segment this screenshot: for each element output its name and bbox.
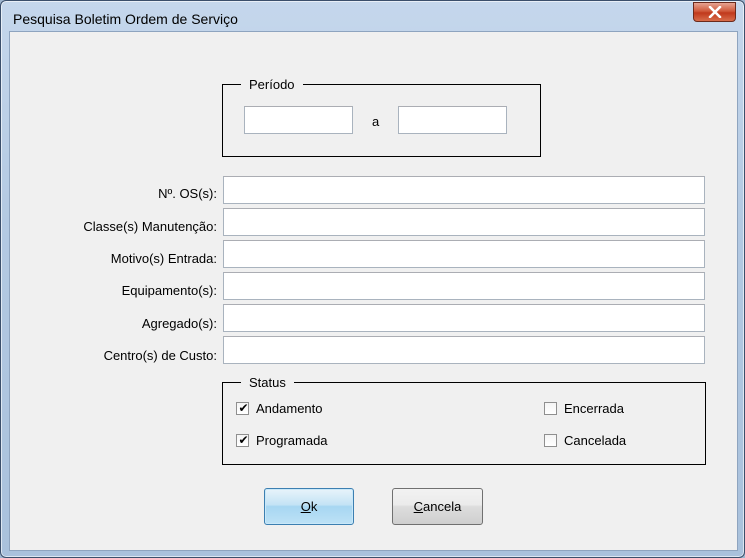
andamento-checkbox[interactable]: ✔ Andamento xyxy=(236,401,323,416)
encerrada-label: Encerrada xyxy=(564,401,624,416)
ok-button[interactable]: Ok xyxy=(264,488,354,525)
classe-manutencao-field[interactable] xyxy=(223,208,705,236)
os-field[interactable] xyxy=(223,176,705,204)
close-icon xyxy=(708,6,721,18)
window-title: Pesquisa Boletim Ordem de Serviço xyxy=(13,11,238,27)
centro-custo-field[interactable] xyxy=(223,336,705,364)
agregado-label: Agregado(s): xyxy=(141,316,217,331)
programada-label: Programada xyxy=(256,433,328,448)
periodo-start-field[interactable] xyxy=(244,106,353,134)
motivo-entrada-label: Motivo(s) Entrada: xyxy=(110,251,217,266)
close-button[interactable] xyxy=(693,2,736,22)
status-legend: Status xyxy=(249,375,286,390)
programada-checkbox[interactable]: ✔ Programada xyxy=(236,433,328,448)
checkmark-icon: ✔ xyxy=(238,401,249,415)
periodo-separator: a xyxy=(372,114,380,129)
agregado-field[interactable] xyxy=(223,304,705,332)
ok-rest: k xyxy=(310,499,318,514)
cancelada-checkbox[interactable]: Cancelada xyxy=(544,433,626,448)
andamento-label: Andamento xyxy=(256,401,323,416)
classe-manutencao-label: Classe(s) Manutenção: xyxy=(83,219,217,234)
dialog-window: Pesquisa Boletim Ordem de Serviço Períod… xyxy=(0,0,745,558)
cancel-accel: C xyxy=(413,499,424,514)
os-label: Nº. OS(s): xyxy=(158,186,217,201)
periodo-end-field[interactable] xyxy=(398,106,507,134)
status-group: Status xyxy=(222,375,706,465)
cancel-rest: ancela xyxy=(423,499,462,514)
equipamento-field[interactable] xyxy=(223,272,705,300)
encerrada-checkbox[interactable]: Encerrada xyxy=(544,401,624,416)
ok-accel: O xyxy=(300,499,311,514)
cancel-button[interactable]: Cancela xyxy=(392,488,483,525)
cancelada-label: Cancelada xyxy=(564,433,627,448)
dialog-body: Período a Nº. OS(s): Classe(s) Manutençã… xyxy=(9,31,738,551)
periodo-legend: Período xyxy=(249,77,295,92)
centro-custo-label: Centro(s) de Custo: xyxy=(103,348,217,363)
motivo-entrada-field[interactable] xyxy=(223,240,705,268)
equipamento-label: Equipamento(s): xyxy=(121,283,217,298)
checkmark-icon: ✔ xyxy=(238,433,249,447)
